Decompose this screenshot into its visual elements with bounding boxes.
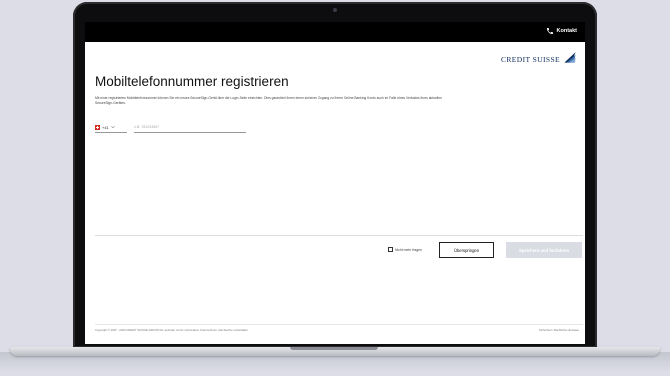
browser-screen: Kontakt CREDIT SUISSE Mobiltelefonnummer…	[85, 22, 585, 344]
chevron-down-icon	[111, 126, 115, 129]
laptop-lid: Kontakt CREDIT SUISSE Mobiltelefonnummer…	[73, 2, 597, 348]
skip-button[interactable]: Überspringen	[439, 242, 494, 258]
page-title: Mobiltelefonnummer registrieren	[95, 74, 289, 89]
dont-ask-again-checkbox[interactable]	[388, 247, 393, 252]
top-bar: Kontakt	[85, 22, 585, 42]
save-and-continue-button[interactable]: Speichern und fortfahren	[506, 242, 582, 258]
switzerland-flag-icon	[95, 124, 100, 130]
dont-ask-again-option[interactable]: Nicht mehr fragen	[388, 247, 422, 252]
phone-number-input[interactable]	[134, 122, 246, 133]
country-code-select[interactable]: +41	[95, 122, 127, 133]
phone-icon	[546, 28, 553, 34]
action-divider	[95, 235, 583, 236]
footer-copyright: Copyright © 1997 - 2020 CREDIT SUISSE GR…	[95, 328, 249, 332]
footer-legal-links[interactable]: Sicherheit / Rechtliche Hinweise	[539, 328, 579, 332]
contact-label: Kontakt	[556, 28, 577, 34]
credit-suisse-logo[interactable]: CREDIT SUISSE	[501, 50, 577, 64]
camera-icon	[333, 8, 337, 12]
sail-logo-icon	[564, 52, 576, 63]
footer-divider	[95, 324, 583, 325]
dont-ask-again-label: Nicht mehr fragen	[395, 247, 422, 252]
logo-text: CREDIT SUISSE	[500, 55, 560, 64]
contact-link[interactable]: Kontakt	[546, 27, 577, 35]
laptop-notch	[290, 347, 378, 350]
country-code-value: +41	[102, 124, 109, 130]
page-description: Mit einer registrierten Mobiltelefonnumm…	[95, 96, 442, 105]
